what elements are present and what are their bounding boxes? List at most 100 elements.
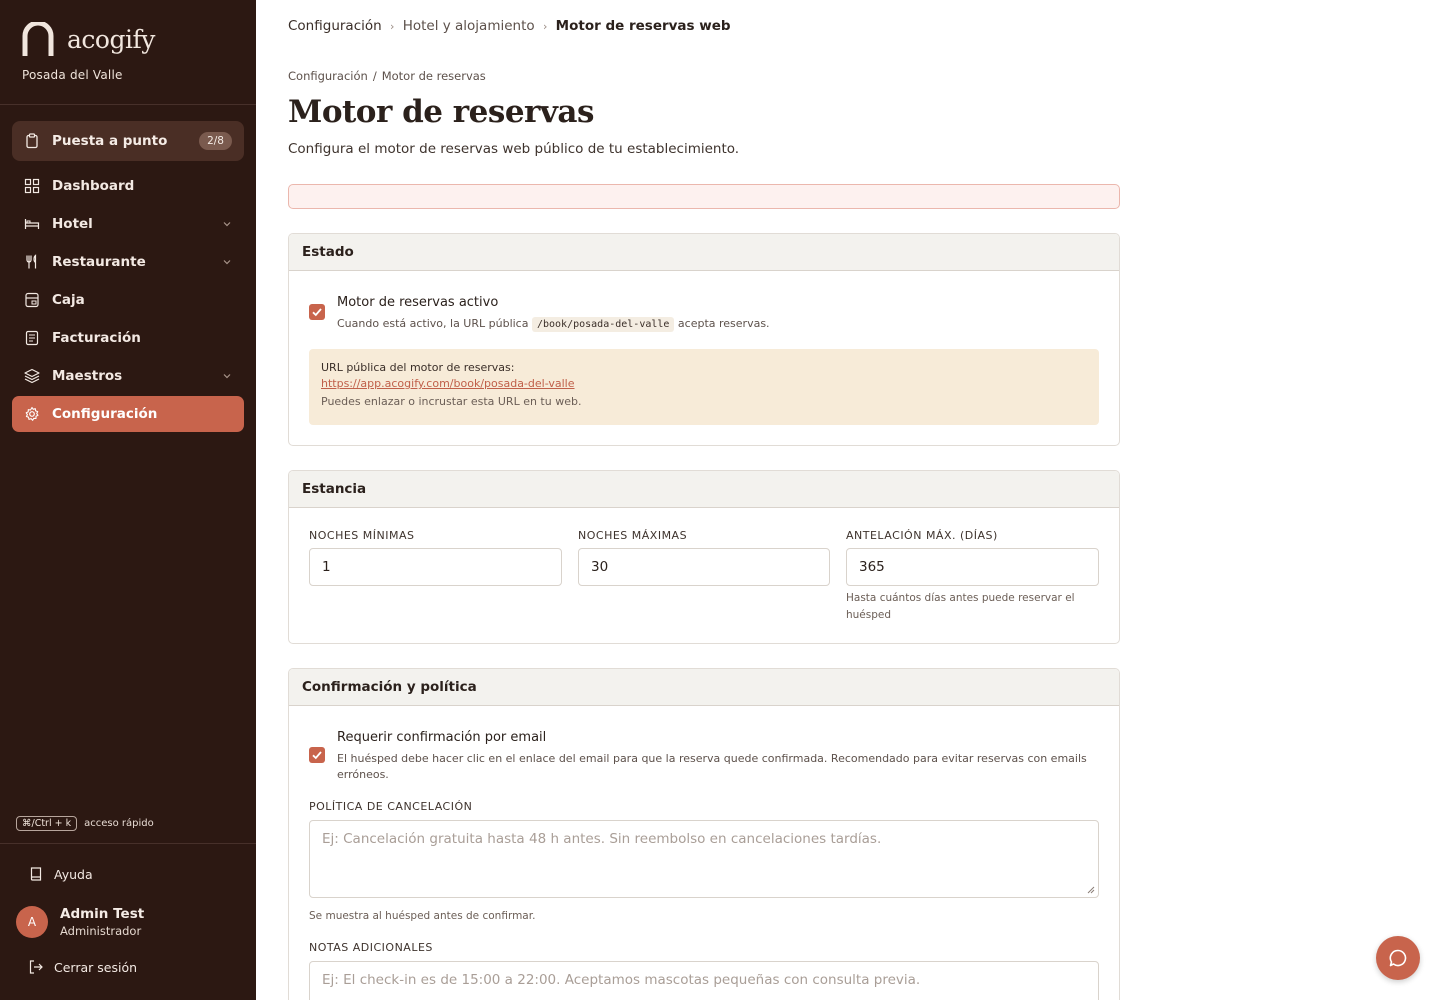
sidebar-divider xyxy=(0,104,256,105)
chat-button[interactable] xyxy=(1376,936,1420,980)
nav-label: Restaurante xyxy=(52,254,146,270)
setup-progress-button[interactable]: Puesta a punto 2/8 xyxy=(12,121,244,161)
confirmacion-card: Confirmación y política Requerir confirm… xyxy=(288,668,1120,1000)
check-icon xyxy=(312,308,322,317)
chevron-down-icon xyxy=(223,260,231,265)
breadcrumb: Configuración / Motor de reservas xyxy=(288,69,486,83)
max-nights-label: NOCHES MÁXIMAS xyxy=(578,529,688,542)
public-path: /book/posada-del-valle xyxy=(531,317,675,332)
cancellation-policy-textarea[interactable]: Ej: Cancelación gratuita hasta 48 h ante… xyxy=(309,820,1099,898)
resize-handle-icon[interactable] xyxy=(1087,886,1095,894)
cancellation-policy-label: POLÍTICA DE CANCELACIÓN xyxy=(309,800,473,813)
crumb-separator: › xyxy=(542,20,548,33)
nav-item-hotel[interactable]: Hotel xyxy=(12,206,244,242)
logout-link[interactable]: Cerrar sesión xyxy=(28,959,137,975)
public-url-link[interactable]: https://app.acogify.com/book/posada-del-… xyxy=(321,377,1087,390)
desc-text: acepta reservas. xyxy=(677,317,770,330)
book-icon xyxy=(30,867,42,881)
nav-item-configuracion[interactable]: Configuración xyxy=(12,396,244,432)
nav-label: Caja xyxy=(52,292,85,308)
user-role: Administrador xyxy=(60,924,142,938)
avatar: A xyxy=(16,906,48,938)
chevron-down-icon xyxy=(223,374,231,379)
logout-label: Cerrar sesión xyxy=(54,959,138,975)
layers-icon xyxy=(24,368,40,384)
error-alert xyxy=(288,184,1120,209)
min-nights-label: NOCHES MÍNIMAS xyxy=(309,529,415,542)
chevron-down-icon xyxy=(223,222,231,227)
max-advance-hint: Hasta cuántos días antes puede reservar … xyxy=(846,592,1075,621)
crumb-separator: › xyxy=(389,20,395,33)
sidebar: acogify Posada del Valle Puesta a punto … xyxy=(0,0,256,1000)
booking-engine-active-checkbox[interactable] xyxy=(309,304,325,320)
crumb-current: Motor de reservas xyxy=(381,69,486,83)
max-advance-input[interactable]: 365 xyxy=(846,548,1099,586)
nav-label: Maestros xyxy=(52,368,123,384)
help-label: Ayuda xyxy=(54,866,93,882)
nav-item-restaurante[interactable]: Restaurante xyxy=(12,244,244,280)
top-crumb-hotel[interactable]: Hotel y alojamiento xyxy=(403,18,535,34)
acogify-logo-icon xyxy=(22,22,54,56)
email-confirmation-desc: El huésped debe hacer clic en el enlace … xyxy=(337,752,1087,781)
top-crumb-current: Motor de reservas web xyxy=(555,18,731,34)
receipt-icon xyxy=(25,330,39,346)
top-breadcrumb: Configuración › Hotel y alojamiento › Mo… xyxy=(288,18,731,34)
booking-engine-active-desc: Cuando está activo, la URL pública /book… xyxy=(337,316,770,333)
public-url-notice: URL pública del motor de reservas: https… xyxy=(309,349,1099,425)
main-nav: Dashboard Hotel Restaurante Caja Factura… xyxy=(12,168,244,434)
nav-item-facturacion[interactable]: Facturación xyxy=(12,320,244,356)
max-advance-label: ANTELACIÓN MÁX. (DÍAS) xyxy=(846,529,998,542)
shortcut-label: acceso rápido xyxy=(84,818,154,829)
user-name: Admin Test xyxy=(60,906,145,922)
cancellation-policy-hint: Se muestra al huésped antes de confirmar… xyxy=(309,910,536,922)
additional-notes-label: NOTAS ADICIONALES xyxy=(309,941,433,954)
help-link[interactable]: Ayuda xyxy=(28,866,93,882)
brand-name: acogify xyxy=(67,24,155,54)
user-profile[interactable]: A Admin Test Administrador xyxy=(16,906,144,938)
utensils-icon xyxy=(26,254,37,269)
confirmacion-heading: Confirmación y política xyxy=(289,669,1119,706)
bed-icon xyxy=(24,219,40,229)
estado-heading: Estado xyxy=(289,234,1119,271)
estado-card: Estado Motor de reservas activo Cuando e… xyxy=(288,233,1120,446)
booking-engine-active-label[interactable]: Motor de reservas activo xyxy=(337,295,498,310)
gear-icon xyxy=(25,406,39,421)
cash-register-icon xyxy=(25,292,39,308)
nav-item-dashboard[interactable]: Dashboard xyxy=(12,168,244,204)
additional-notes-placeholder: Ej: El check-in es de 15:00 a 22:00. Ace… xyxy=(322,972,921,988)
page-subtitle: Configura el motor de reservas web públi… xyxy=(288,141,740,157)
chat-bubble-icon xyxy=(1389,949,1407,967)
nav-label: Dashboard xyxy=(52,178,135,194)
brand-logo[interactable]: acogify xyxy=(22,22,155,56)
setup-badge: 2/8 xyxy=(199,132,232,150)
nav-label: Configuración xyxy=(52,406,158,422)
nav-label: Hotel xyxy=(52,216,93,232)
nav-label: Facturación xyxy=(52,330,141,346)
page-title: Motor de reservas xyxy=(288,94,594,130)
quick-access-hint[interactable]: ⌘/Ctrl + k acceso rápido xyxy=(16,816,154,831)
crumb-separator: / xyxy=(372,69,377,83)
sidebar-divider xyxy=(0,843,256,844)
logout-icon xyxy=(29,960,43,974)
public-url-hint: Puedes enlazar o incrustar esta URL en t… xyxy=(321,395,582,408)
crumb-configuracion[interactable]: Configuración xyxy=(288,69,368,83)
estancia-card: Estancia NOCHES MÍNIMAS 1 NOCHES MÁXIMAS… xyxy=(288,470,1120,644)
desc-text: Cuando está activo, la URL pública xyxy=(337,317,529,330)
cancellation-policy-placeholder: Ej: Cancelación gratuita hasta 48 h ante… xyxy=(322,831,882,847)
clipboard-icon xyxy=(26,133,38,149)
grid-icon xyxy=(24,178,40,194)
email-confirmation-label[interactable]: Requerir confirmación por email xyxy=(337,730,546,745)
top-crumb-configuracion[interactable]: Configuración xyxy=(288,18,382,34)
email-confirmation-checkbox[interactable] xyxy=(309,747,325,763)
max-nights-input[interactable]: 30 xyxy=(578,548,830,586)
property-name: Posada del Valle xyxy=(22,68,123,82)
estancia-heading: Estancia xyxy=(289,471,1119,508)
nav-item-caja[interactable]: Caja xyxy=(12,282,244,318)
shortcut-keys: ⌘/Ctrl + k xyxy=(16,816,78,831)
setup-label: Puesta a punto xyxy=(52,133,168,149)
min-nights-input[interactable]: 1 xyxy=(309,548,562,586)
additional-notes-textarea[interactable]: Ej: El check-in es de 15:00 a 22:00. Ace… xyxy=(309,961,1099,1000)
check-icon xyxy=(312,751,322,760)
nav-item-maestros[interactable]: Maestros xyxy=(12,358,244,394)
public-url-title: URL pública del motor de reservas: xyxy=(321,361,515,374)
